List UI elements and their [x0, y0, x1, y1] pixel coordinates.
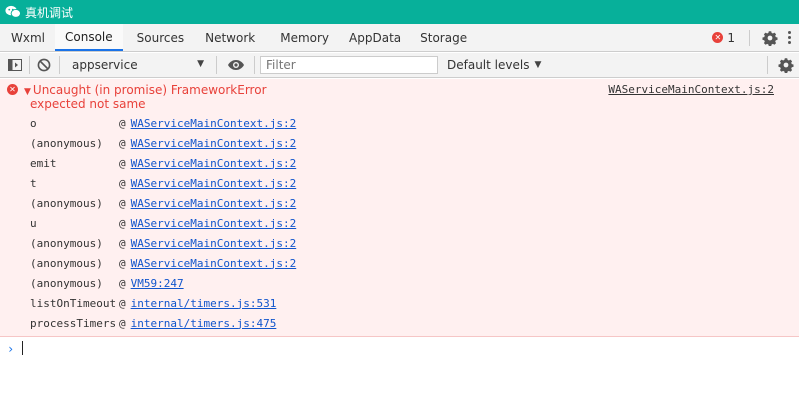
kebab-menu-icon[interactable] [788, 31, 791, 44]
context-select[interactable]: appservice ▼ [66, 55, 210, 75]
stack-frame: o @ WAServiceMainContext.js:2 [30, 116, 297, 130]
tab-storage[interactable]: Storage [411, 24, 477, 51]
stack-frame: listOnTimeout @ internal/timers.js:531 [30, 296, 277, 310]
chevron-right-icon: › [7, 342, 15, 356]
stack-frame: (anonymous) @ WAServiceMainContext.js:2 [30, 256, 297, 270]
error-counter[interactable]: ✕ 1 [712, 24, 735, 51]
clear-console-icon[interactable] [36, 57, 52, 73]
tab-memory[interactable]: Memory [265, 24, 339, 51]
window-title: 真机调试 [25, 5, 74, 20]
toolbar-divider [767, 56, 768, 74]
toolbar-divider [254, 56, 255, 74]
title-bar: 真机调试 [0, 0, 799, 24]
tab-wxml[interactable]: Wxml [0, 24, 55, 51]
wechat-icon [5, 5, 21, 19]
stack-frame: u @ WAServiceMainContext.js:2 [30, 216, 297, 230]
stack-frame: (anonymous) @ WAServiceMainContext.js:2 [30, 136, 297, 150]
error-detail: expected not same [30, 97, 146, 111]
error-circle-icon: ✕ [7, 84, 18, 95]
sidebar-toggle-icon[interactable] [7, 57, 23, 73]
error-count-value: 1 [727, 30, 735, 45]
stack-frame-link[interactable]: internal/timers.js:531 [131, 297, 277, 310]
console-settings-gear-icon[interactable] [778, 57, 794, 74]
dropdown-arrow-icon: ▼ [534, 60, 542, 70]
stack-frame: (anonymous) @ WAServiceMainContext.js:2 [30, 196, 297, 210]
tab-appdata[interactable]: AppData [339, 24, 411, 51]
tab-console[interactable]: Console [55, 24, 123, 51]
stack-frame-link[interactable]: WAServiceMainContext.js:2 [131, 137, 297, 150]
stack-frame-link[interactable]: VM59:247 [131, 277, 184, 290]
stack-frame-link[interactable]: WAServiceMainContext.js:2 [131, 157, 297, 170]
log-levels-select[interactable]: Default levels ▼ [447, 58, 541, 72]
stack-frame: emit @ WAServiceMainContext.js:2 [30, 156, 297, 170]
stack-frame: (anonymous) @ VM59:247 [30, 276, 184, 290]
stack-frame-link[interactable]: WAServiceMainContext.js:2 [131, 257, 297, 270]
expand-triangle-icon[interactable]: ▼ [24, 87, 31, 97]
console-toolbar: appservice ▼ Default levels ▼ [0, 53, 799, 78]
toolbar-divider [216, 56, 217, 74]
error-headline[interactable]: ▼ Uncaught (in promise) FrameworkError [24, 83, 267, 97]
toolbar-divider [29, 56, 30, 74]
context-value: appservice [72, 58, 138, 72]
tab-sources[interactable]: Sources [123, 24, 194, 51]
gear-icon[interactable] [762, 30, 778, 46]
stack-frame: (anonymous) @ WAServiceMainContext.js:2 [30, 236, 297, 250]
stack-frame-link[interactable]: WAServiceMainContext.js:2 [131, 217, 297, 230]
stack-frame: t @ WAServiceMainContext.js:2 [30, 176, 297, 190]
error-source-link[interactable]: WAServiceMainContext.js:2 [608, 83, 774, 96]
stack-trace: o @ WAServiceMainContext.js:2 (anonymous) @… [30, 113, 296, 333]
dropdown-arrow-icon: ▼ [197, 59, 204, 69]
filter-input[interactable] [260, 56, 438, 74]
stack-frame-link[interactable]: WAServiceMainContext.js:2 [131, 237, 297, 250]
devtools-tab-bar: Wxml Console Sources Network Memory AppD… [0, 24, 799, 52]
eye-icon[interactable] [227, 57, 245, 73]
stack-frame-link[interactable]: WAServiceMainContext.js:2 [131, 177, 297, 190]
console-input-caret[interactable] [22, 341, 23, 355]
error-circle-icon: ✕ [712, 32, 724, 43]
stack-frame-link[interactable]: internal/timers.js:475 [131, 317, 277, 330]
stack-frame-link[interactable]: WAServiceMainContext.js:2 [131, 117, 297, 130]
stack-frame: processTimers @ internal/timers.js:475 [30, 316, 277, 330]
toolbar-divider [749, 29, 750, 46]
tab-network[interactable]: Network [194, 24, 265, 51]
toolbar-divider [59, 56, 60, 74]
error-message-text: Uncaught (in promise) FrameworkError [32, 83, 267, 97]
log-levels-value: Default levels [447, 58, 530, 72]
stack-frame-link[interactable]: WAServiceMainContext.js:2 [131, 197, 297, 210]
